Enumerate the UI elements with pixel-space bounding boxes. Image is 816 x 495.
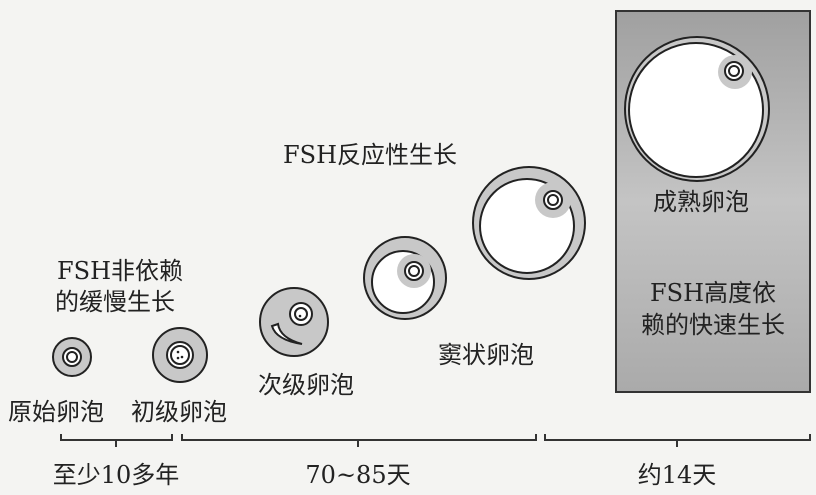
bracket-3 (544, 434, 811, 447)
phase1-label-line2: 的缓慢生长 (55, 288, 175, 316)
phase3-label-line1: FSH高度依 (649, 279, 777, 307)
stage-label-primary: 初级卵泡 (131, 398, 227, 426)
phase2-label: FSH反应性生长 (283, 141, 458, 169)
secondary-follicle-icon (259, 287, 329, 357)
primary-follicle-icon (152, 327, 208, 383)
mature-follicle-icon (624, 36, 770, 182)
bracket-2 (181, 434, 537, 447)
antral-follicle-icon (472, 166, 586, 280)
duration-label-2: 70~85天 (305, 461, 411, 489)
duration-brackets (60, 434, 811, 447)
stage-label-primordial: 原始卵泡 (8, 398, 104, 426)
duration-label-3: 约14天 (637, 461, 717, 489)
phase3-label-line2: 赖的快速生长 (641, 311, 785, 339)
duration-label-1: 至少10多年 (52, 461, 180, 489)
bracket-1 (60, 434, 173, 447)
early-antral-follicle-icon (363, 236, 447, 320)
stage-label-mature: 成熟卵泡 (653, 188, 749, 216)
stage-label-antral: 窦状卵泡 (438, 341, 534, 369)
follicle-diagram (52, 10, 811, 447)
phase1-label-line1: FSH非依赖 (57, 257, 184, 285)
stage-label-secondary: 次级卵泡 (258, 371, 354, 399)
primordial-follicle-icon (52, 337, 92, 377)
